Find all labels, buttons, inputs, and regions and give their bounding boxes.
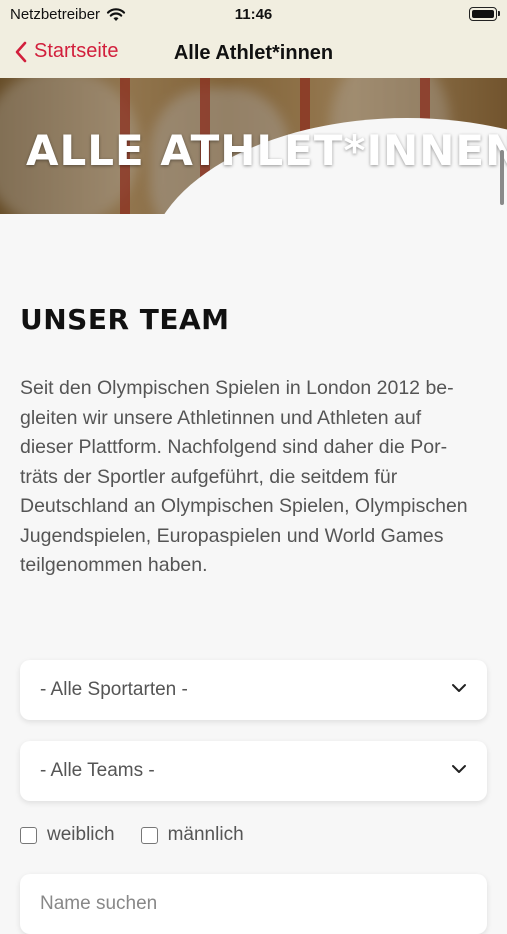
back-button[interactable]: Startseite <box>14 40 118 63</box>
hero-banner: ALLE ATHLET*INNEN <box>0 78 507 214</box>
male-label: männlich <box>167 824 244 845</box>
female-checkbox[interactable]: weiblich <box>20 824 115 846</box>
name-search-input[interactable] <box>20 874 487 934</box>
checkbox-icon[interactable] <box>20 826 37 844</box>
intro-line: dieser Plattform. Nachfolgend sind daher… <box>20 436 448 458</box>
chevron-down-icon <box>452 765 466 773</box>
male-checkbox[interactable]: männlich <box>140 824 244 846</box>
status-bar: Netzbetreiber 11:46 <box>0 0 507 30</box>
gender-filter: weiblich männlich <box>20 824 244 846</box>
section-heading: UNSER TEAM <box>20 303 230 336</box>
sport-select[interactable]: - Alle Sportarten - <box>20 660 487 720</box>
team-select-value: - Alle Teams - <box>40 760 155 781</box>
intro-line: teilgenommen haben. <box>20 554 208 576</box>
chevron-left-icon <box>15 41 27 62</box>
intro-text: Seit den Olympischen Spielen in London 2… <box>20 374 490 581</box>
hero-title: ALLE ATHLET*INNEN <box>26 126 507 175</box>
team-select[interactable]: - Alle Teams - <box>20 741 487 801</box>
intro-line: gleiten wir unsere Athletinnen und Athle… <box>20 406 422 429</box>
intro-line: Jugendspielen, Europaspielen und World G… <box>20 524 444 547</box>
chevron-down-icon <box>452 684 466 692</box>
intro-line: Deutschland an Olympischen Spielen, Olym… <box>20 495 468 517</box>
sport-select-value: - Alle Sportarten - <box>40 679 188 700</box>
battery-icon <box>469 7 500 21</box>
back-button-label: Startseite <box>34 40 119 62</box>
female-label: weiblich <box>47 824 115 845</box>
intro-line: träts der Sportler aufgeführt, die seitd… <box>20 465 398 488</box>
intro-line: Seit den Olympischen Spielen in London 2… <box>20 377 454 399</box>
navigation-bar: Startseite Alle Athlet*innen <box>0 30 507 78</box>
checkbox-icon[interactable] <box>140 826 158 844</box>
clock: 11:46 <box>234 6 273 23</box>
scrollbar[interactable] <box>500 150 504 205</box>
